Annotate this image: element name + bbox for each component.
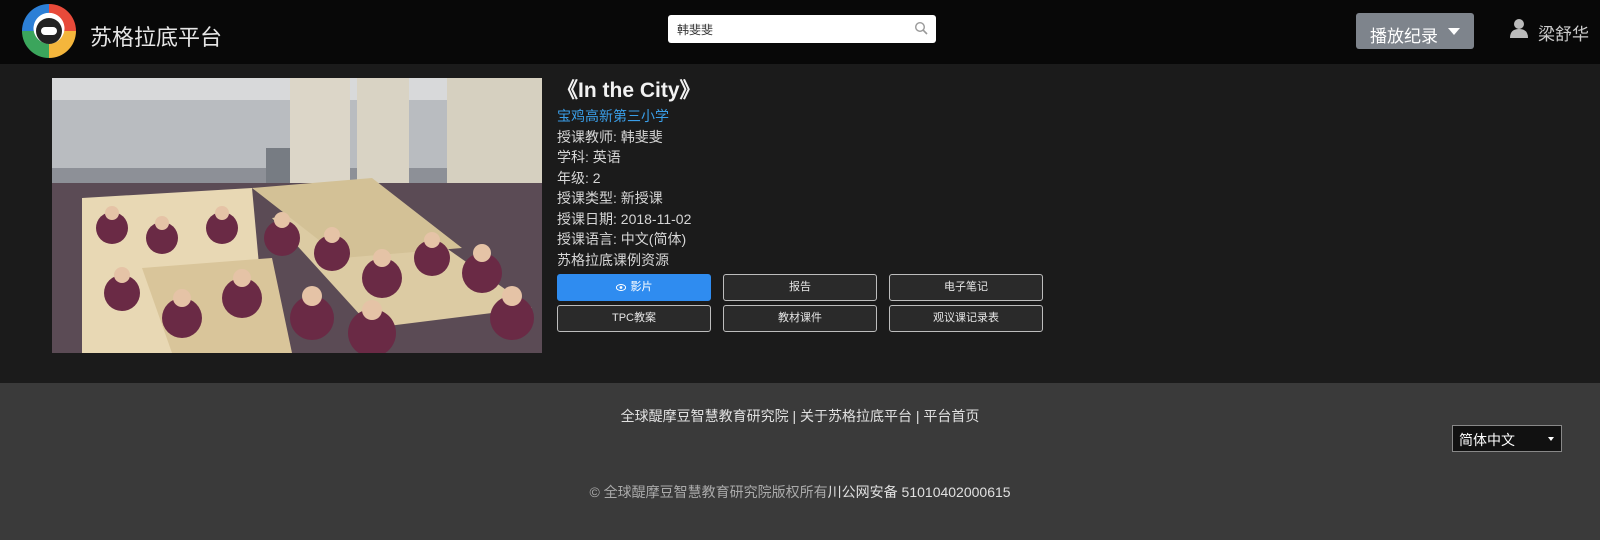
play-history-button[interactable]: 播放纪录 <box>1356 13 1474 49</box>
copyright: © 全球醍摩豆智慧教育研究院版权所有川公网安备 51010402000615 <box>0 482 1600 502</box>
lesson-title: 《In the City》 <box>557 79 701 102</box>
notes-button[interactable]: 电子笔记 <box>889 274 1043 301</box>
lesson-date: 授课日期: 2018-11-02 <box>557 210 692 227</box>
lesson-subject: 学科: 英语 <box>557 149 621 165</box>
lesson-teacher: 授课教师: 韩斐斐 <box>557 128 663 145</box>
classroom-photo <box>52 78 542 353</box>
search-box <box>668 15 936 43</box>
school-link[interactable]: 宝鸡高新第三小学 <box>557 106 1157 127</box>
lesson-language: 授课语言: 中文(简体) <box>557 231 687 247</box>
language-select-value: 简体中文 <box>1459 432 1515 448</box>
lesson-video-thumbnail[interactable] <box>52 78 542 353</box>
lesson-info: 《In the City》 宝鸡高新第三小学 授课教师: 韩斐斐 学科: 英语 … <box>557 76 1157 270</box>
language-select[interactable]: 简体中文 <box>1452 425 1562 452</box>
chevron-down-icon <box>1448 28 1460 35</box>
app-title[interactable]: 苏格拉底平台 <box>90 20 222 52</box>
eye-icon <box>615 284 626 291</box>
lesson-type: 授课类型: 新授课 <box>557 190 663 206</box>
lesson-resource: 苏格拉底课例资源 <box>557 251 669 268</box>
lesson-detail-panel: 《In the City》 宝鸡高新第三小学 授课教师: 韩斐斐 学科: 英语 … <box>0 64 1600 383</box>
report-button[interactable]: 报告 <box>723 274 877 301</box>
user-name: 梁舒华 <box>1538 25 1589 44</box>
play-history-label: 播放纪录 <box>1370 27 1438 46</box>
search-icon[interactable] <box>914 21 928 35</box>
platform-logo-icon[interactable] <box>22 4 76 58</box>
lesson-grade: 年级: 2 <box>557 169 601 186</box>
police-record-link[interactable]: 川公网安备 51010402000615 <box>828 484 1011 500</box>
video-button-label: 影片 <box>630 281 653 293</box>
video-button[interactable]: 影片 <box>557 274 711 301</box>
user-icon <box>1510 19 1528 38</box>
footer-links[interactable]: 全球醍摩豆智慧教育研究院 | 关于苏格拉底平台 | 平台首页 <box>0 406 1600 426</box>
chevron-down-icon <box>1548 437 1554 441</box>
search-input[interactable] <box>668 15 907 43</box>
copyright-text: © 全球醍摩豆智慧教育研究院版权所有 <box>589 484 828 500</box>
observation-record-button[interactable]: 观议课记录表 <box>889 305 1043 332</box>
top-navbar: 苏格拉底平台 播放纪录 梁舒华 <box>0 0 1600 64</box>
tpc-plan-button[interactable]: TPC教案 <box>557 305 711 332</box>
materials-button[interactable]: 教材课件 <box>723 305 877 332</box>
